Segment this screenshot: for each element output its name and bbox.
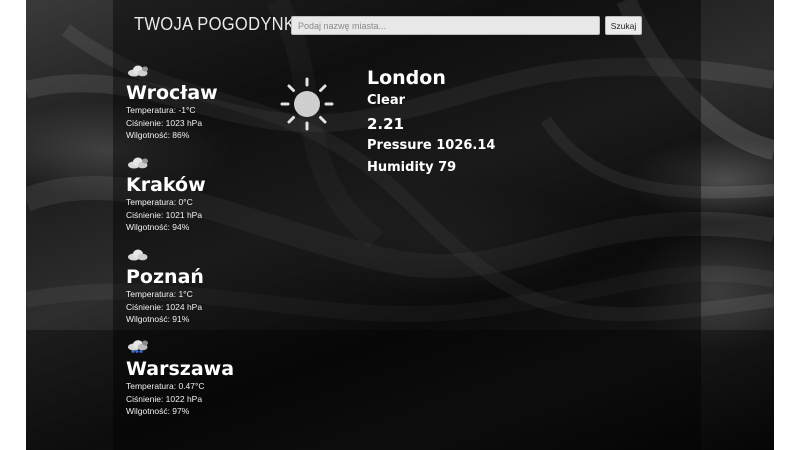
sun-icon <box>280 77 334 131</box>
search-button[interactable]: Szukaj <box>605 16 642 35</box>
current-temperature: 2.21 <box>367 114 405 133</box>
city-name: Poznań <box>126 266 204 288</box>
cloud-icon <box>128 65 148 77</box>
city-temperature: Temperatura: -1°C <box>126 105 196 115</box>
current-city-name: London <box>367 67 446 89</box>
current-pressure: Pressure 1026.14 <box>367 137 496 153</box>
current-condition: Clear <box>367 93 405 108</box>
app-brand[interactable]: TWOJA POGODYNKA <box>134 14 307 35</box>
city-pressure: Ciśnienie: 1024 hPa <box>126 301 203 312</box>
cloud-icon <box>128 157 148 169</box>
city-humidity: Wilgotność: 86% <box>126 130 190 140</box>
cloud-icon <box>128 249 148 261</box>
city-humidity: Wilgotność: 97% <box>126 406 190 416</box>
city-name: Kraków <box>126 174 206 196</box>
city-pressure: Ciśnienie: 1022 hPa <box>126 393 203 404</box>
city-card-wroclaw: Wrocław Temperatura: -1°C Ciśnienie: 102… <box>126 63 296 142</box>
city-name: Wrocław <box>126 82 218 104</box>
rain-cloud-icon <box>128 340 148 353</box>
city-temperature: Temperatura: 0.47°C <box>126 381 205 391</box>
city-temperature: Temperatura: 1°C <box>126 289 193 299</box>
city-card-poznan: Poznań Temperatura: 1°C Ciśnienie: 1024 … <box>126 247 296 326</box>
city-humidity: Wilgotność: 91% <box>126 314 190 324</box>
city-card-warszawa: Warszawa Temperatura: 0.47°C Ciśnienie: … <box>126 339 296 418</box>
city-card-krakow: Kraków Temperatura: 0°C Ciśnienie: 1021 … <box>126 155 296 234</box>
current-humidity: Humidity 79 <box>367 160 457 175</box>
city-pressure: Ciśnienie: 1021 hPa <box>126 209 203 220</box>
city-temperature: Temperatura: 0°C <box>126 197 193 207</box>
city-search-input[interactable] <box>291 16 600 35</box>
city-name: Warszawa <box>126 358 235 380</box>
city-humidity: Wilgotność: 94% <box>126 222 190 232</box>
city-pressure: Ciśnienie: 1023 hPa <box>126 117 203 128</box>
current-weather: London Clear 2.21 Pressure 1026.14 Humid… <box>367 66 495 180</box>
